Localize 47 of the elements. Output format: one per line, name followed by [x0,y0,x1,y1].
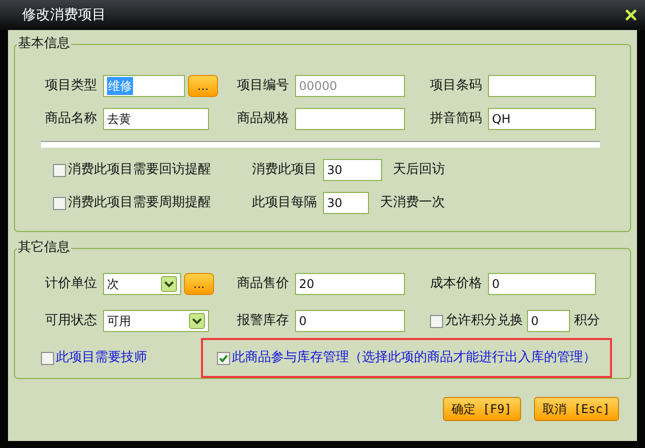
input-field[interactable] [488,75,596,97]
field-label: 成本价格 [430,275,482,294]
input-field[interactable]: QH [488,108,596,130]
browse-button[interactable]: ... [188,75,218,97]
group-title: 其它信息 [17,240,71,256]
checkbox[interactable] [53,196,66,210]
checkbox-label: 允许积分兑换 [445,312,523,330]
input-field[interactable]: 0 [488,273,596,295]
field-label: 项目类型 [45,77,97,96]
checkbox[interactable] [41,352,54,364]
checkbox-label: 此商品参与库存管理（选择此项的商品才能进行出入库的管理） [232,349,596,368]
checkbox-label: 消费此项目需要周期提醒 [68,194,211,212]
checkbox-label: 消费此项目需要回访提醒 [68,161,211,180]
field-label: 报警库存 [237,312,289,330]
field-label: 可用状态 [45,312,97,330]
checkbox[interactable] [430,314,443,328]
input-field[interactable]: 00000 [295,75,405,97]
unit-label: 天后回访 [393,161,445,180]
field-label: 此项目每隔 [252,194,317,212]
field-label: 拼音简码 [430,110,482,128]
field-label: 计价单位 [45,275,97,294]
checkbox-label: 此项目需要技师 [56,349,147,368]
input-field[interactable]: 20 [295,273,405,295]
field-label: 消费此项目 [252,161,317,180]
input-field[interactable] [295,108,405,130]
window-title: 修改消费项目 [22,6,106,24]
input-field[interactable]: 30 [323,159,382,181]
field-label: 商品售价 [237,275,289,294]
field-label: 项目条码 [430,77,482,96]
input-field[interactable]: 30 [323,192,369,214]
unit-label: 积分 [574,312,600,330]
browse-button[interactable]: ... [184,273,214,295]
unit-label: 天消费一次 [380,194,445,212]
input-field[interactable]: 去黄 [103,108,209,130]
dropdown[interactable]: 次 [103,273,181,295]
input-field[interactable]: 0 [527,310,570,332]
field-label: 商品规格 [237,110,289,128]
checkbox[interactable] [217,352,230,364]
dialog-button[interactable]: 取消 [Esc] [534,397,619,421]
dropdown[interactable]: 可用 [103,310,209,332]
field-label: 商品名称 [45,110,97,128]
close-icon[interactable] [625,9,637,21]
input-field[interactable]: 0 [295,310,405,332]
field-label: 项目编号 [237,77,289,96]
dialog-button[interactable]: 确定 [F9] [442,397,521,421]
group-title: 基本信息 [17,36,71,52]
checkbox[interactable] [53,164,66,176]
